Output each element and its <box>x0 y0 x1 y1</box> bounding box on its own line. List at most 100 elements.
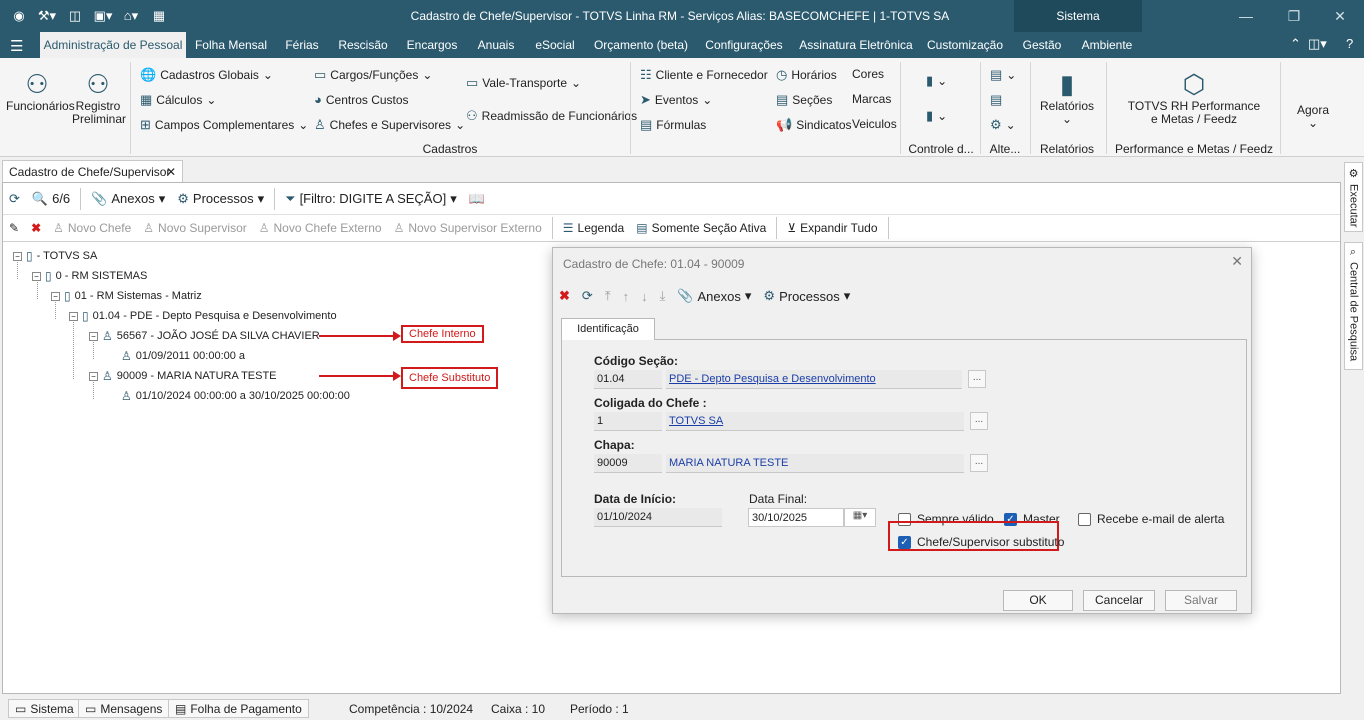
cancelar-button[interactable]: Cancelar <box>1083 590 1155 611</box>
coligada-field[interactable]: 1 <box>594 412 662 431</box>
calendar-dropdown-button[interactable]: ▦▾ <box>844 508 876 527</box>
tab-identificacao[interactable]: Identificação <box>561 318 655 340</box>
collapse-icon[interactable]: − <box>51 291 60 301</box>
sindicatos-button[interactable]: 📢 Sindicatos <box>776 117 852 133</box>
close-tab-icon[interactable]: ✕ <box>166 161 176 183</box>
secoes-button[interactable]: ▤ Seções <box>776 92 832 108</box>
dialog-delete-button[interactable]: ✖ <box>553 288 576 304</box>
coligada-link[interactable]: TOTVS SA <box>669 415 723 427</box>
grid-icon[interactable]: ▦ <box>148 6 170 26</box>
novo-chefe-button[interactable]: ♙ Novo Chefe <box>47 221 137 235</box>
alte-button-2[interactable]: ▤ <box>990 92 1002 108</box>
relatorios-button[interactable]: ▮ Relatórios ⌄ <box>1036 68 1098 126</box>
horarios-button[interactable]: ◷ Horários <box>776 67 837 83</box>
data-final-field[interactable]: 30/10/2025 <box>748 508 844 527</box>
tab-assinatura[interactable]: Assinatura Eletrônica <box>795 32 917 58</box>
processos-button[interactable]: ⚙ Processos ▾ <box>171 191 270 207</box>
controle-button-1[interactable]: ▮ ⌄ <box>926 73 947 89</box>
alte-button-3[interactable]: ⚙ ⌄ <box>990 117 1016 133</box>
dialog-refresh-button[interactable]: ⟳ <box>576 288 599 304</box>
tab-folha-mensal[interactable]: Folha Mensal <box>190 32 272 58</box>
novo-supervisor-externo-button[interactable]: ♙ Novo Supervisor Externo <box>388 221 548 235</box>
salvar-button[interactable]: Salvar <box>1165 590 1237 611</box>
collapse-icon[interactable]: − <box>32 271 41 281</box>
help-icon[interactable]: ? <box>1346 36 1353 51</box>
coligada-desc[interactable]: TOTVS SA <box>666 412 964 431</box>
last-record-button[interactable]: ⤓ <box>654 288 672 304</box>
dialog-close-icon[interactable]: ✕ <box>1231 253 1243 270</box>
tab-administracao[interactable]: Administração de Pessoal <box>40 32 186 58</box>
chapa-lookup-button[interactable]: ... <box>970 454 988 472</box>
window-icon[interactable]: ▣▾ <box>92 6 114 26</box>
centros-custos-button[interactable]: ◕ Centros Custos <box>314 92 409 107</box>
tools-icon[interactable]: ⚒▾ <box>36 6 58 26</box>
tree-node[interactable]: − ▯ 01 - RM Sistemas - Matriz <box>51 289 202 303</box>
novo-chefe-externo-button[interactable]: ♙ Novo Chefe Externo <box>253 221 388 235</box>
vale-transporte-button[interactable]: ▭ Vale-Transporte ⌄ <box>466 75 581 91</box>
chefes-supervisores-button[interactable]: ♙ Chefes e Supervisores ⌄ <box>314 117 465 133</box>
novo-supervisor-button[interactable]: ♙ Novo Supervisor <box>137 221 252 235</box>
menu-icon[interactable]: ☰ <box>10 37 23 55</box>
collapse-icon[interactable]: − <box>89 331 98 341</box>
cliente-fornecedor-button[interactable]: ☷ Cliente e Fornecedor <box>640 67 768 83</box>
campos-complementares-button[interactable]: ⊞ Campos Complementares ⌄ <box>140 117 308 133</box>
app-logo-icon[interactable]: ◉ <box>8 6 30 26</box>
formulas-button[interactable]: ▤ Fórmulas <box>640 117 706 133</box>
readmissao-button[interactable]: ⚇ Readmissão de Funcionários <box>466 108 637 124</box>
dialog-anexos-button[interactable]: 📎 Anexos ▾ <box>671 288 757 304</box>
tree-node[interactable]: − ▯ 01.04 - PDE - Depto Pesquisa e Desenvo… <box>69 309 337 323</box>
chefe-substituto-checkbox[interactable]: ✓ Chefe/Supervisor substituto <box>898 535 1064 549</box>
collapse-icon[interactable]: − <box>89 371 98 381</box>
tab-ferias[interactable]: Férias <box>278 32 326 58</box>
tree-node[interactable]: ♙ 01/10/2024 00:00:00 a 30/10/2025 00:00:… <box>121 389 350 403</box>
codigo-secao-lookup-button[interactable]: ... <box>968 370 986 388</box>
dialog-processos-button[interactable]: ⚙ Processos ▾ <box>757 288 856 304</box>
tab-encargos[interactable]: Encargos <box>400 32 464 58</box>
veiculos-button[interactable]: Veiculos <box>852 117 897 131</box>
first-record-button[interactable]: ⤒ <box>599 288 617 304</box>
codigo-secao-field[interactable]: 01.04 <box>594 370 662 389</box>
legenda-button[interactable]: ☰ Legenda <box>557 221 630 235</box>
tab-ambiente[interactable]: Ambiente <box>1076 32 1138 58</box>
tree-node[interactable]: − ♙ 56567 - JOÃO JOSÉ DA SILVA CHAVIER <box>89 329 320 343</box>
document-tab[interactable]: Cadastro de Chefe/Supervisor ✕ <box>2 160 183 183</box>
tab-configuracoes[interactable]: Configurações <box>700 32 788 58</box>
chapa-field[interactable]: 90009 <box>594 454 662 473</box>
registro-preliminar-button[interactable]: ⚇ Registro Preliminar <box>72 68 126 126</box>
calculos-button[interactable]: ▦ Cálculos ⌄ <box>140 92 216 108</box>
home-icon[interactable]: ⌂▾ <box>120 6 142 26</box>
marcas-button[interactable]: Marcas <box>852 92 891 106</box>
tree-node[interactable]: − ▯ - TOTVS SA <box>13 249 97 263</box>
tree-node[interactable]: − ▯ 0 - RM SISTEMAS <box>32 269 147 283</box>
prev-record-button[interactable]: ↑ <box>617 289 636 304</box>
search-button[interactable]: 🔍 6/6 <box>26 191 76 207</box>
data-inicio-field[interactable]: 01/10/2024 <box>594 508 722 527</box>
tab-esocial[interactable]: eSocial <box>528 32 582 58</box>
tab-rescisao[interactable]: Rescisão <box>333 32 393 58</box>
sistema-status-button[interactable]: ▭ Sistema <box>8 699 81 718</box>
tree-node[interactable]: ♙ 01/09/2011 00:00:00 a <box>121 349 245 363</box>
cadastros-globais-button[interactable]: 🌐 Cadastros Globais ⌄ <box>140 67 273 83</box>
tab-orcamento[interactable]: Orçamento (beta) <box>589 32 693 58</box>
recebe-email-checkbox[interactable]: Recebe e-mail de alerta <box>1078 512 1224 526</box>
filter-button[interactable]: ⏷ [Filtro: DIGITE A SEÇÃO] ▾ <box>279 191 463 207</box>
view-icon[interactable]: ◫ <box>64 6 86 26</box>
collapse-icon[interactable]: − <box>13 251 22 261</box>
close-icon[interactable]: ✕ <box>1316 0 1364 32</box>
folha-pagamento-status-button[interactable]: ▤ Folha de Pagamento <box>168 699 309 718</box>
tab-customizacao[interactable]: Customização <box>924 32 1006 58</box>
refresh-button[interactable]: ⟳ <box>3 191 26 207</box>
controle-button-2[interactable]: ▮ ⌄ <box>926 108 947 124</box>
central-pesquisa-tab[interactable]: ⌕ Central de Pesquisa <box>1344 242 1363 370</box>
mensagens-status-button[interactable]: ▭ Mensagens <box>78 699 170 718</box>
funcionarios-button[interactable]: ⚇ Funcionários <box>6 68 75 113</box>
codigo-secao-desc[interactable]: PDE - Depto Pesquisa e Desenvolvimento <box>666 370 962 389</box>
tab-gestao[interactable]: Gestão <box>1014 32 1070 58</box>
book-button[interactable]: 📖 <box>463 191 491 207</box>
ok-button[interactable]: OK <box>1003 590 1073 611</box>
next-record-button[interactable]: ↓ <box>635 289 654 304</box>
tree-node[interactable]: − ♙ 90009 - MARIA NATURA TESTE <box>89 369 277 383</box>
sistema-tab[interactable]: Sistema <box>1014 0 1142 32</box>
tab-anuais[interactable]: Anuais <box>471 32 521 58</box>
chapa-desc[interactable]: MARIA NATURA TESTE <box>666 454 964 473</box>
